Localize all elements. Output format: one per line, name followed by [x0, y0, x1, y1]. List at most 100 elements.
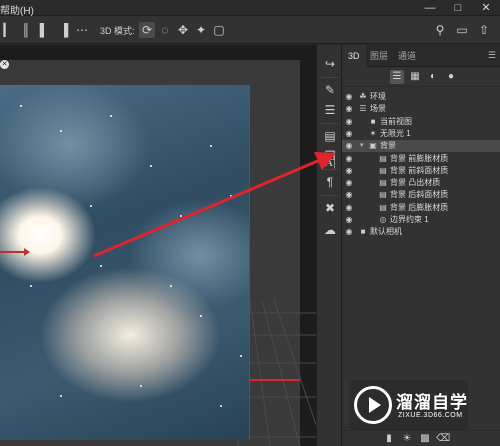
mesh-icon: ▣ [369, 141, 377, 151]
watermark-title: 溜溜自学 [396, 393, 468, 412]
more-options-icon[interactable]: ⋯ [74, 22, 90, 38]
filter-lights-icon[interactable]: ● [444, 70, 458, 84]
scene-layer-label: 默认相机 [370, 227, 402, 237]
camera-icon: ■ [370, 116, 376, 126]
workspace-icon[interactable]: ▭ [454, 22, 470, 38]
panel-tool-strip: ↪ ✎ ☰ ▤ ❐ A| ¶ ✖ ☁ [316, 45, 342, 446]
scene-layer-label: 背景 前膨胀材质 [390, 153, 449, 163]
scene-layer-row[interactable]: ◉ ■ 当前视图 [342, 116, 500, 128]
scene-layer-row[interactable]: ◉ ☰ 场景 [342, 103, 500, 115]
scene-layer-row[interactable]: ◉ ▾ ▣ 背景 [342, 140, 500, 153]
material-icon: ▤ [379, 153, 387, 163]
scene-layer-row[interactable]: ◉ ▤ 背景 前膨胀材质 [342, 153, 500, 165]
tab-layers[interactable]: 图层 [364, 45, 394, 67]
scene-layer-row[interactable]: ◉ ◎ 边界约束 1 [342, 214, 500, 226]
scene-layer-row[interactable]: ◉ ▤ 背景 后膨胀材质 [342, 202, 500, 214]
scene-layer-row[interactable]: ◉ ▤ 背景 凸出材质 [342, 177, 500, 189]
visibility-eye-icon[interactable]: ◉ [344, 177, 354, 189]
scene-layer-label: 边界约束 1 [390, 215, 429, 224]
share-icon[interactable]: ⇧ [476, 22, 492, 38]
scene-layer-label: 当前视图 [380, 116, 412, 126]
tab-channels[interactable]: 通道 [392, 45, 422, 67]
panel-menu-icon[interactable]: ☰ [488, 50, 496, 61]
3d-filter-toolbar: ☰ ▦ ◐ ● [342, 67, 500, 87]
properties-icon[interactable]: ▤ [320, 127, 340, 145]
scene-layer-row[interactable]: ◉ ▤ 背景 后斜面材质 [342, 189, 500, 201]
environment-icon: ☘ [359, 92, 367, 101]
panel-bottom-bar: ▮ ☀ ▩ ⌫ [342, 430, 500, 446]
material-icon: ▤ [379, 190, 387, 200]
adjustments-icon[interactable]: ☰ [320, 101, 340, 119]
distribute-vertical-icon[interactable]: ▐ [56, 22, 72, 38]
scene-layer-row[interactable]: ◉ ☘ 环境 [342, 91, 500, 103]
scene-icon: ☰ [359, 104, 367, 114]
expand-caret-icon[interactable]: ▾ [360, 140, 368, 152]
scale-3d-icon[interactable]: ▢ [211, 22, 227, 38]
delete-icon[interactable]: ⌫ [436, 432, 450, 446]
axis-widget-icon[interactable] [0, 245, 30, 259]
paragraph-icon[interactable]: ¶ [320, 173, 340, 191]
options-bar: ▎ ║ ▌ ▐ ⋯ 3D 模式: ⟳ ◌ ✥ ✦ ▢ ⚲ ▭ ⇧ [0, 16, 500, 44]
visibility-eye-icon[interactable]: ◉ [344, 202, 354, 214]
tab-3d[interactable]: 3D [342, 45, 366, 67]
watermark-subtitle: ZIXUE.3D66.COM [398, 412, 463, 419]
scene-layer-label: 背景 后膨胀材质 [390, 202, 449, 212]
slide-3d-icon[interactable]: ✦ [193, 22, 209, 38]
tool-presets-icon[interactable]: ✖ [320, 199, 340, 217]
scene-layer-label: 无限光 1 [380, 128, 411, 138]
scene-layer-row[interactable]: ◉ ■ 默认相机 [342, 226, 500, 238]
material-icon: ▤ [379, 178, 387, 188]
material-icon: ▤ [379, 202, 387, 212]
roll-3d-icon[interactable]: ◌ [157, 22, 173, 38]
maximize-icon[interactable]: □ [444, 0, 472, 16]
minimize-icon[interactable]: — [416, 0, 444, 16]
scene-layer-label: 背景 [380, 141, 396, 151]
new-object-icon[interactable]: ▩ [418, 432, 432, 446]
panel-tabs: 3D 图层 通道 ☰ [342, 45, 500, 67]
scene-layer-label: 背景 前斜面材质 [390, 165, 449, 175]
character-icon[interactable]: A| [320, 153, 340, 171]
canvas-close-icon[interactable]: ✕ [0, 60, 9, 69]
align-center-icon[interactable]: ║ [18, 22, 34, 38]
menu-help[interactable]: 帮助(H) [0, 2, 34, 17]
close-window-icon[interactable]: ✕ [472, 0, 500, 16]
nebula-artwork[interactable] [0, 85, 250, 440]
light-icon: ✶ [369, 128, 377, 138]
visibility-eye-icon[interactable]: ◉ [344, 116, 354, 128]
search-icon[interactable]: ⚲ [432, 22, 448, 38]
filter-whole-scene-icon[interactable]: ☰ [390, 70, 404, 84]
brush-icon[interactable]: ✎ [320, 81, 340, 99]
play-logo-icon [354, 386, 392, 424]
add-light-icon[interactable]: ☀ [400, 432, 414, 446]
drag-3d-icon[interactable]: ✥ [175, 22, 191, 38]
visibility-eye-icon[interactable]: ◉ [344, 214, 354, 226]
scene-layer-row[interactable]: ◉ ✶ 无限光 1 [342, 128, 500, 140]
history-icon[interactable]: ↪ [320, 55, 340, 73]
material-icon: ▤ [379, 165, 387, 175]
scene-layer-row[interactable]: ◉ ▤ 背景 前斜面材质 [342, 165, 500, 177]
align-left-icon[interactable]: ▎ [0, 22, 16, 38]
visibility-eye-icon[interactable]: ◉ [344, 189, 354, 201]
orbit-3d-icon[interactable]: ⟳ [139, 22, 155, 38]
visibility-eye-icon[interactable]: ◉ [344, 226, 354, 238]
render-icon[interactable]: ▮ [382, 432, 396, 446]
visibility-eye-icon[interactable]: ◉ [344, 128, 354, 140]
menu-bar: 帮助(H) — □ ✕ [0, 0, 500, 17]
scene-layer-label: 场景 [370, 104, 386, 114]
scene-layer-label: 背景 凸出材质 [390, 178, 441, 188]
constraint-icon: ◎ [379, 215, 387, 224]
filter-materials-icon[interactable]: ◐ [426, 70, 440, 84]
distribute-icon[interactable]: ▌ [36, 22, 52, 38]
scene-layer-label: 环境 [370, 92, 386, 101]
visibility-eye-icon[interactable]: ◉ [344, 140, 354, 152]
visibility-eye-icon[interactable]: ◉ [344, 91, 354, 103]
default-camera-icon: ■ [360, 227, 366, 237]
3d-mode-label: 3D 模式: [100, 26, 135, 36]
visibility-eye-icon[interactable]: ◉ [344, 153, 354, 165]
visibility-eye-icon[interactable]: ◉ [344, 165, 354, 177]
filter-meshes-icon[interactable]: ▦ [408, 70, 422, 84]
canvas-area[interactable]: ✕ [0, 45, 316, 446]
visibility-eye-icon[interactable]: ◉ [344, 103, 354, 115]
site-watermark: 溜溜自学 ZIXUE.3D66.COM [350, 380, 468, 430]
libraries-icon[interactable]: ☁ [320, 221, 340, 239]
